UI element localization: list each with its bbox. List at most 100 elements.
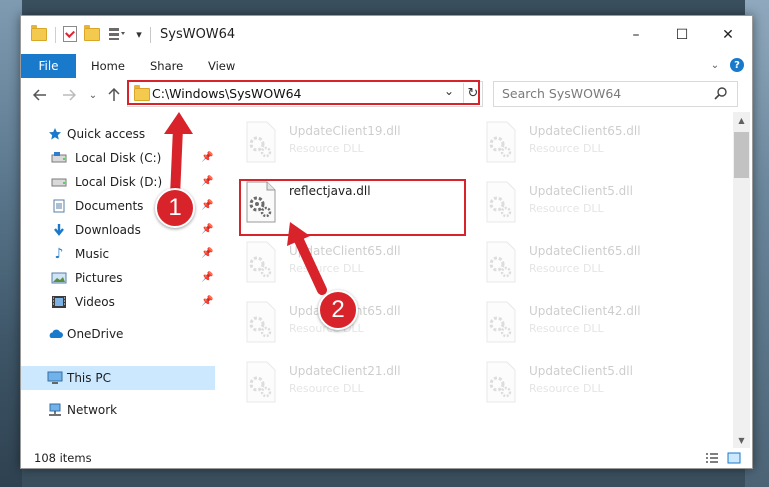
file-type: Resource DLL: [289, 382, 364, 395]
title-bar: ▾ SysWOW64 – ☐ ✕: [21, 16, 752, 54]
file-type: Resource DLL: [529, 262, 604, 275]
pin-icon[interactable]: 📌: [201, 152, 213, 164]
file-item[interactable]: UpdateClient21.dll Resource DLL: [241, 358, 461, 408]
pin-icon[interactable]: 📌: [201, 200, 213, 212]
maximize-button[interactable]: ☐: [659, 16, 705, 54]
new-folder-icon[interactable]: [84, 24, 100, 43]
window-title: SysWOW64: [160, 27, 236, 42]
star-icon: [47, 127, 63, 141]
search-icon[interactable]: [714, 86, 728, 100]
close-button[interactable]: ✕: [705, 16, 751, 54]
sidebar-item-network[interactable]: Network: [21, 398, 215, 422]
sidebar-item-local-disk-c[interactable]: Local Disk (C:) 📌: [21, 146, 215, 170]
file-type: Resource DLL: [529, 202, 604, 215]
dll-file-icon: [486, 301, 516, 343]
file-name: UpdateClient65.dll: [529, 244, 641, 258]
sidebar-item-label: Pictures: [75, 271, 123, 285]
sidebar-item-pictures[interactable]: Pictures 📌: [21, 266, 215, 290]
file-item[interactable]: UpdateClient19.dll Resource DLL: [241, 118, 461, 168]
properties-icon[interactable]: [62, 25, 78, 43]
sidebar-item-quick-access[interactable]: Quick access: [21, 122, 215, 146]
sidebar-item-label: Network: [67, 403, 118, 417]
documents-icon: [51, 199, 67, 213]
pin-icon[interactable]: 📌: [201, 248, 213, 260]
expand-ribbon-icon[interactable]: ⌄: [707, 57, 723, 73]
dll-file-icon: [246, 361, 276, 403]
file-type: Resource DLL: [529, 142, 604, 155]
file-item[interactable]: UpdateClient5.dll Resource DLL: [481, 178, 701, 228]
dll-file-icon: [486, 241, 516, 283]
network-icon: [47, 403, 63, 417]
scrollbar-thumb[interactable]: [734, 132, 749, 178]
minimize-button[interactable]: –: [613, 16, 659, 54]
help-icon[interactable]: ?: [729, 57, 745, 73]
back-arrow-icon[interactable]: [31, 86, 49, 104]
pin-icon[interactable]: 📌: [201, 224, 213, 236]
drive-icon: [51, 175, 67, 189]
sidebar-item-label: Local Disk (C:): [75, 151, 162, 165]
file-highlight-box: [239, 179, 466, 236]
sidebar-item-onedrive[interactable]: OneDrive: [21, 322, 215, 346]
navigation-bar: ⌄ C:\Windows\SysWOW64 ⌄ ↻ Search SysWOW6…: [21, 78, 752, 112]
ribbon: File Home Share View ⌄ ?: [21, 54, 752, 79]
folder-icon[interactable]: [31, 24, 47, 43]
file-type: Resource DLL: [289, 262, 364, 275]
file-name: UpdateClient19.dll: [289, 124, 401, 138]
scroll-up-icon[interactable]: ▲: [733, 112, 750, 128]
sidebar-item-label: Videos: [75, 295, 115, 309]
sidebar-item-label: Documents: [75, 199, 144, 213]
search-placeholder: Search SysWOW64: [502, 86, 622, 101]
status-bar: 108 items: [21, 448, 752, 468]
desktop-background-left: [0, 0, 22, 487]
navigation-pane: Quick access Local Disk (C:) 📌 Local Dis…: [21, 112, 215, 448]
videos-icon: [51, 295, 67, 309]
tab-view[interactable]: View: [208, 54, 235, 78]
quick-access-dropdown-icon[interactable]: ▾: [132, 25, 146, 43]
sidebar-item-label: Local Disk (D:): [75, 175, 163, 189]
dll-file-icon: [246, 241, 276, 283]
details-view-icon[interactable]: [704, 451, 720, 465]
step-1-badge: 1: [155, 188, 195, 228]
dll-file-icon: [486, 181, 516, 223]
item-count: 108 items: [34, 451, 92, 465]
pin-icon[interactable]: 📌: [201, 272, 213, 284]
computer-icon: [47, 371, 63, 385]
dll-file-icon: [246, 121, 276, 163]
forward-arrow-icon[interactable]: [60, 86, 78, 104]
tab-file[interactable]: File: [21, 54, 76, 78]
tab-share[interactable]: Share: [150, 54, 183, 78]
file-item[interactable]: UpdateClient65.dll Resource DLL: [241, 238, 461, 288]
file-item[interactable]: UpdateClient65.dll Resource DLL: [481, 238, 701, 288]
sidebar-item-videos[interactable]: Videos 📌: [21, 290, 215, 314]
customize-toolbar-icon[interactable]: [107, 25, 127, 43]
file-name: UpdateClient65.dll: [289, 244, 401, 258]
up-arrow-icon[interactable]: [105, 86, 123, 104]
tab-home[interactable]: Home: [91, 54, 125, 78]
download-icon: [51, 223, 67, 237]
dll-file-icon: [246, 301, 276, 343]
file-item[interactable]: UpdateClient42.dll Resource DLL: [481, 298, 701, 348]
sidebar-item-label: This PC: [67, 371, 111, 385]
sidebar-item-music[interactable]: ♪ Music 📌: [21, 242, 215, 266]
file-name: UpdateClient5.dll: [529, 184, 633, 198]
file-item[interactable]: UpdateClient65.dll Resource DLL: [481, 118, 701, 168]
step-2-badge: 2: [318, 290, 358, 330]
pin-icon[interactable]: 📌: [201, 296, 213, 308]
file-name: UpdateClient21.dll: [289, 364, 401, 378]
scroll-down-icon[interactable]: ▼: [733, 432, 750, 448]
large-icons-view-icon[interactable]: [726, 451, 742, 465]
cloud-icon: [47, 327, 63, 341]
vertical-scrollbar[interactable]: ▲ ▼: [733, 112, 750, 448]
music-icon: ♪: [54, 246, 64, 262]
dll-file-icon: [486, 361, 516, 403]
file-item[interactable]: UpdateClient5.dll Resource DLL: [481, 358, 701, 408]
file-type: Resource DLL: [529, 322, 604, 335]
pin-icon[interactable]: 📌: [201, 176, 213, 188]
file-explorer-window: ▾ SysWOW64 – ☐ ✕ File Home Share View ⌄ …: [20, 15, 753, 469]
pictures-icon: [51, 271, 67, 285]
search-input[interactable]: Search SysWOW64: [493, 81, 738, 107]
file-type: Resource DLL: [289, 142, 364, 155]
sidebar-item-this-pc[interactable]: This PC: [21, 366, 215, 390]
recent-locations-dropdown-icon[interactable]: ⌄: [84, 86, 102, 104]
file-name: UpdateClient5.dll: [529, 364, 633, 378]
